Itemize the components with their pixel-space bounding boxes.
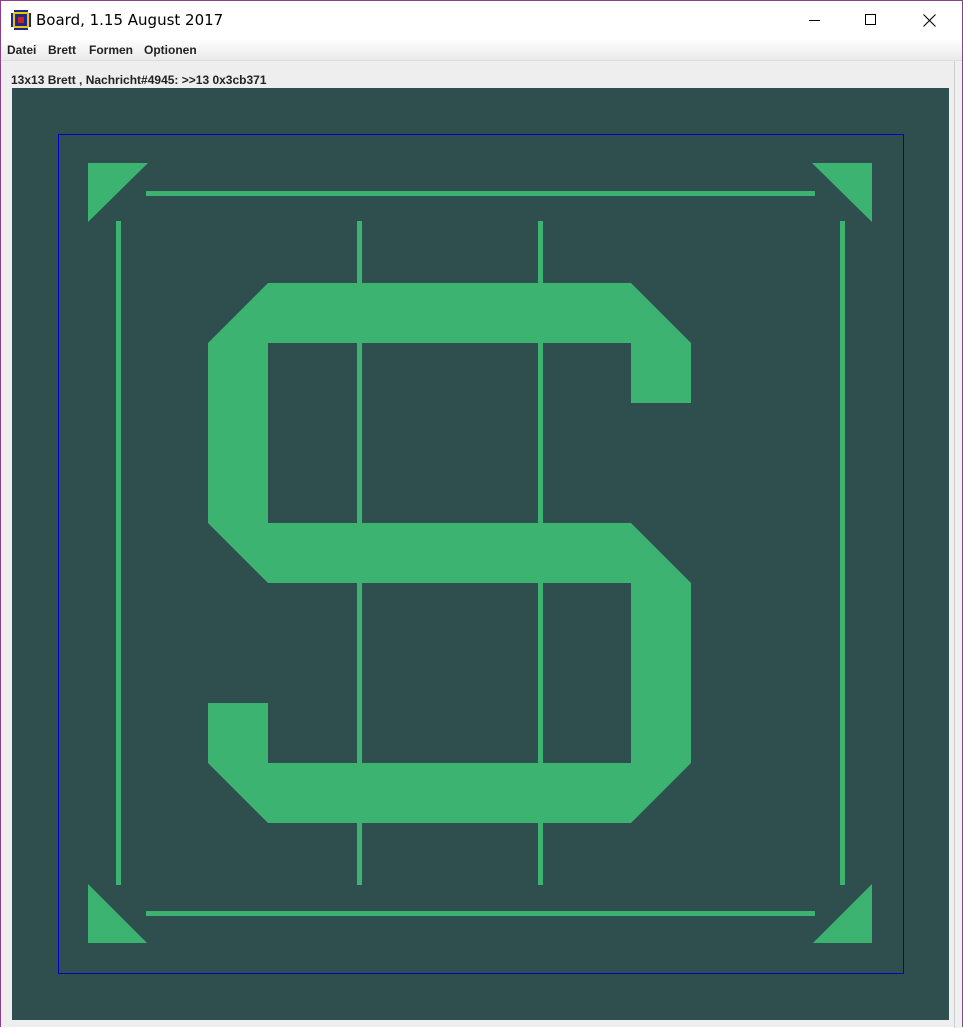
menu-datei[interactable]: Datei <box>7 43 36 57</box>
board-canvas[interactable] <box>12 88 949 1020</box>
menu-formen[interactable]: Formen <box>89 43 133 57</box>
board-app-icon <box>11 10 31 30</box>
close-button[interactable] <box>900 1 958 39</box>
right-edge-strip <box>954 61 962 1028</box>
minimize-button[interactable] <box>786 1 844 39</box>
menu-bar: Datei Brett Formen Optionen <box>1 39 962 61</box>
maximize-button[interactable] <box>842 1 900 39</box>
border-line-right <box>840 221 845 885</box>
close-icon <box>922 13 936 27</box>
app-window: Board, 1.15 August 2017 Datei Brett Form… <box>0 0 963 1028</box>
border-line-left <box>116 221 121 885</box>
window-title: Board, 1.15 August 2017 <box>36 11 224 29</box>
menu-brett[interactable]: Brett <box>48 43 76 57</box>
border-line-top <box>146 191 815 196</box>
maximize-icon <box>865 14 876 25</box>
border-line-bottom <box>146 911 815 916</box>
menu-optionen[interactable]: Optionen <box>144 43 197 57</box>
board-status-text: 13x13 Brett , Nachricht#4945: >>13 0x3cb… <box>11 73 267 87</box>
title-bar[interactable]: Board, 1.15 August 2017 <box>1 1 962 39</box>
minimize-icon <box>809 20 820 21</box>
